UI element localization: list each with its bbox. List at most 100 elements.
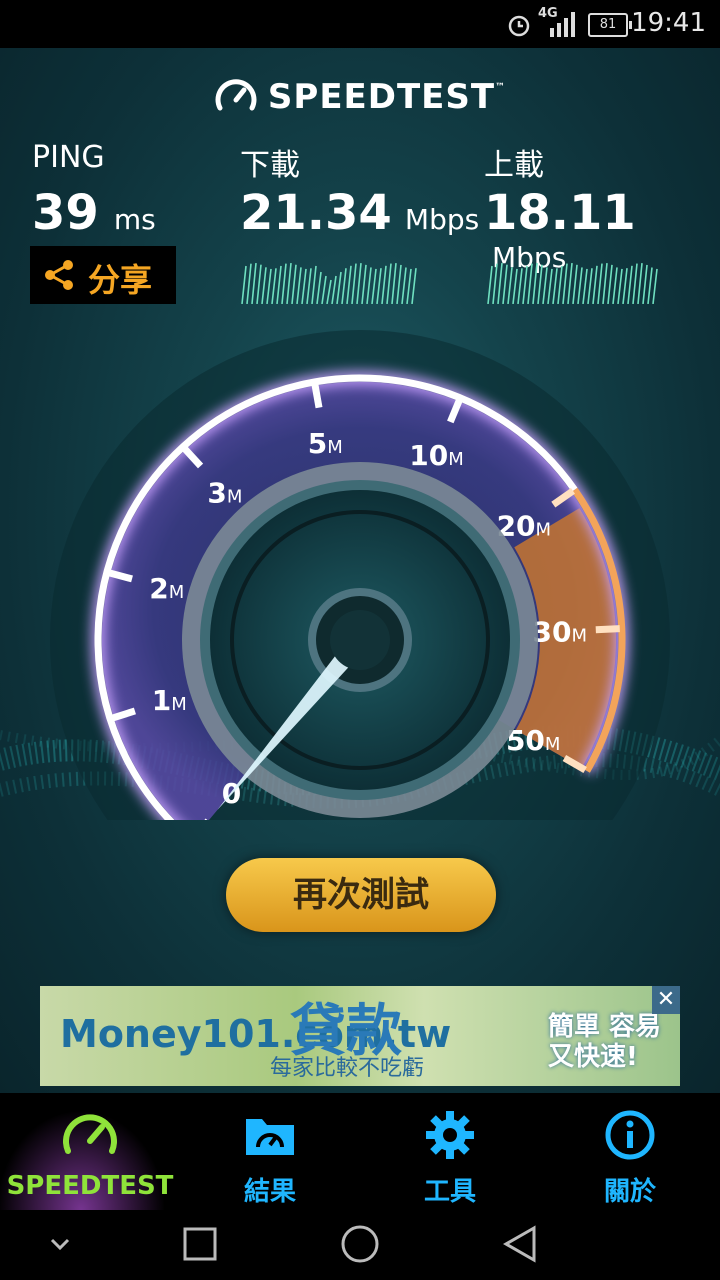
ping-unit: ms [113,203,156,236]
graph-bar [256,264,262,304]
recents-button[interactable] [182,1226,218,1262]
graph-bar [386,263,392,304]
battery-icon: 81 [588,13,632,37]
folder-results-icon [246,1119,294,1155]
tab-results-label: 結果 [243,1177,296,1207]
graph-bar [612,267,618,304]
graph-bar [597,263,603,304]
signal-icon [550,12,575,37]
graph-bar [552,268,558,304]
tab-about-label: 關於 [603,1177,656,1207]
graph-bar [266,268,272,304]
ping-value: 39 [32,185,99,241]
graph-bar [381,265,387,304]
graph-bar [537,264,543,304]
graph-bar [291,264,297,304]
graph-bar [296,267,302,304]
tab-tools-label: 工具 [423,1177,476,1207]
gear-icon [426,1111,474,1159]
retest-button[interactable]: 再次測試 [226,858,496,932]
download-value: 21.34 [240,185,392,241]
graph-bar [507,267,513,304]
clock: 19:41 [631,8,706,38]
graph-bar [261,267,267,304]
graph-bar [341,268,347,304]
graph-bar [492,263,498,304]
graph-bar [512,268,518,304]
graph-bar [647,267,653,304]
share-icon [45,260,73,290]
download-label: 下載 [240,148,300,183]
ad-close-button[interactable]: ✕ [652,986,680,1014]
system-nav-bar [0,1210,720,1280]
graph-bar [622,268,628,304]
graph-bar [582,268,588,304]
graph-bar [532,263,538,304]
graph-bar [271,268,277,304]
status-bar: 4G 81 19:41 [0,0,720,48]
back-button[interactable] [502,1224,538,1264]
graph-bar [361,264,367,304]
share-button[interactable]: 分享 [30,246,176,304]
graph-bar [311,265,317,304]
graph-bar [602,263,608,304]
graph-bar [251,263,257,304]
graph-bar [346,265,352,304]
graph-bar [542,267,548,304]
graph-bar [637,263,643,304]
graph-bar [406,268,412,304]
graph-bar [577,267,583,304]
graph-bar [572,264,578,304]
trademark: ™ [495,82,507,93]
ping-label: PING [32,140,105,175]
graph-bar [281,263,287,304]
graph-bar [632,263,638,304]
share-label: 分享 [88,261,153,299]
speed-gauge: 01M2M3M5M10M20M30M50M [50,330,670,820]
graph-bar [562,263,568,304]
download-unit: Mbps [404,203,480,236]
graph-bar [246,263,252,304]
ad-banner[interactable]: Money101.com.tw 貸款 每家比較不吃虧 簡單 容易 又快速! ✕ [40,986,680,1086]
tab-about[interactable]: 關於 [540,1093,720,1210]
app-header: SPEEDTEST™ [0,76,720,117]
graph-bar [306,268,312,304]
graph-bar [607,264,613,304]
graph-bar [396,264,402,304]
graph-bar [351,263,357,304]
graph-bar [652,268,658,304]
info-icon [605,1110,655,1160]
graph-bar [502,264,508,304]
graph-bar [567,263,573,304]
graph-bar [557,265,563,304]
alarm-icon [508,15,530,37]
download-speed-graph [241,263,417,304]
graph-bar [587,268,593,304]
tab-results[interactable]: 結果 [180,1093,360,1210]
ping-result: 39 ms [32,185,156,241]
download-result: 21.34 Mbps [240,185,479,241]
ad-right-text: 簡單 容易 又快速! [548,1012,662,1072]
chevron-down-icon[interactable] [48,1234,72,1254]
graph-bar [522,265,528,304]
graph-bar [401,267,407,304]
gauge-tick [311,383,323,409]
home-button[interactable] [340,1224,380,1264]
graph-bar [241,265,247,304]
speedometer-logo-icon [215,79,257,111]
graph-bar [487,265,493,304]
graph-bar [592,265,598,304]
app-title: SPEEDTEST [267,77,496,117]
graph-bar [497,263,503,304]
graph-bar [376,268,382,304]
upload-label: 上載 [484,148,544,183]
graph-bar [411,268,417,304]
tab-speedtest[interactable]: SPEEDTEST [0,1093,180,1210]
tab-speedtest-label: SPEEDTEST [6,1171,174,1201]
tab-tools[interactable]: 工具 [360,1093,540,1210]
graph-bar [642,264,648,304]
graph-bar [617,268,623,304]
graph-bar [301,268,307,304]
bottom-tab-bar: SPEEDTEST 結果 工具 關於 [0,1093,720,1210]
graph-bar [547,268,553,304]
